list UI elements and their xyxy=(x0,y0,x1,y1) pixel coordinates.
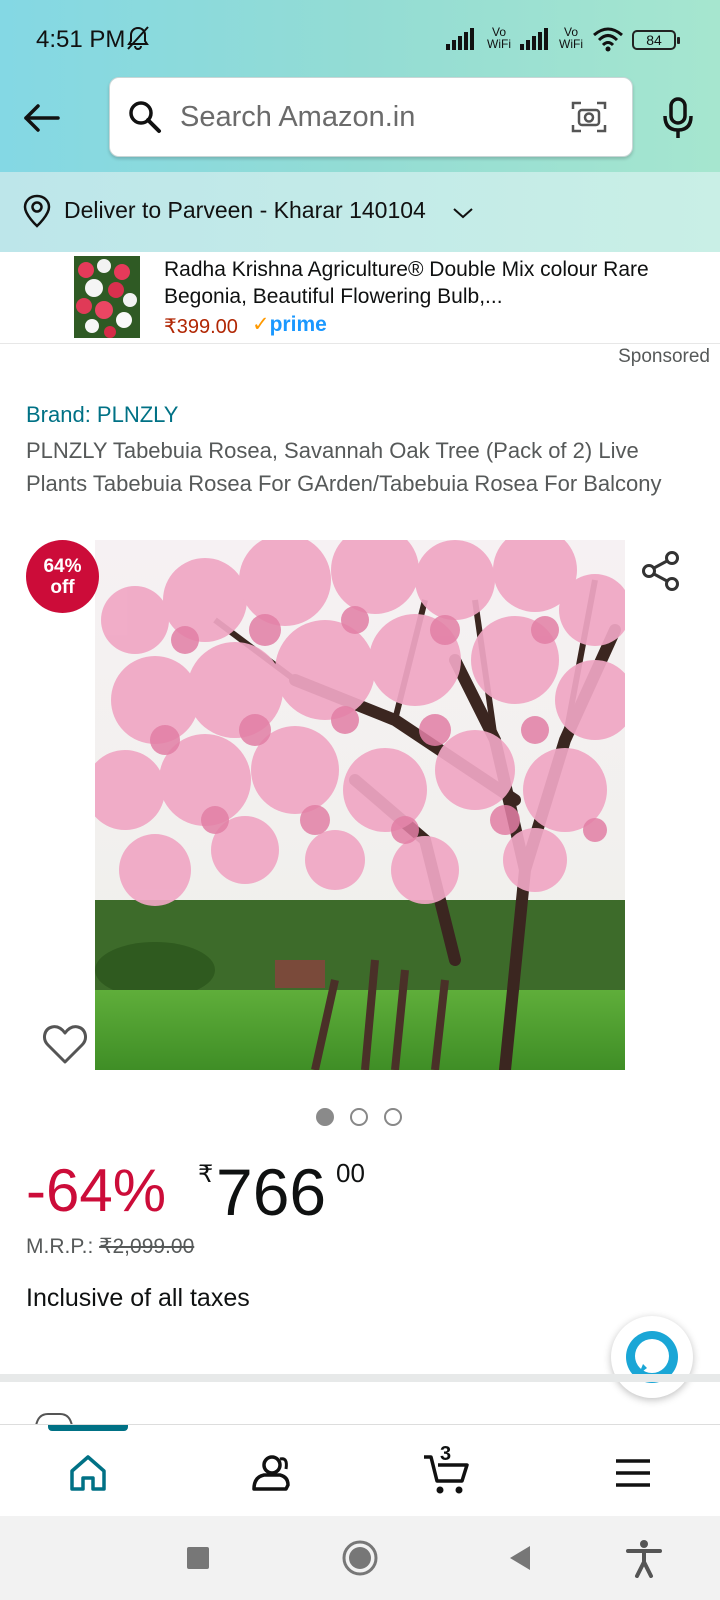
tax-note: Inclusive of all taxes xyxy=(26,1284,250,1312)
status-time: 4:51 PM xyxy=(36,26,126,53)
prime-check-icon: ✓ xyxy=(252,313,270,336)
sponsored-product-ad[interactable]: Radha Krishna Agriculture® Double Mix co… xyxy=(0,252,720,344)
wifi-icon xyxy=(593,27,623,52)
carousel-dot-2[interactable] xyxy=(350,1108,368,1126)
sponsored-label[interactable]: Sponsored xyxy=(618,346,710,368)
savings-percentage: -64% xyxy=(26,1157,167,1224)
recent-apps-icon[interactable] xyxy=(178,1538,218,1578)
discount-badge: 64% off xyxy=(26,540,99,613)
prime-badge: ✓prime xyxy=(252,312,327,337)
ad-product-price: ₹399.00 xyxy=(164,316,238,338)
system-navigation-bar xyxy=(0,1516,720,1600)
hamburger-menu-icon[interactable] xyxy=(610,1449,658,1497)
mic-icon[interactable] xyxy=(660,96,696,142)
prime-label: prime xyxy=(269,313,327,336)
location-pin-icon xyxy=(23,194,51,228)
chevron-down-icon xyxy=(453,208,473,219)
share-icon[interactable] xyxy=(640,550,682,592)
search-input[interactable] xyxy=(180,96,550,138)
price-fraction: 00 xyxy=(336,1158,365,1188)
brand-link[interactable]: Brand: PLNZLY xyxy=(26,402,178,428)
active-tab-indicator xyxy=(48,1425,128,1431)
system-back-icon[interactable] xyxy=(500,1538,540,1578)
price-whole: 766 xyxy=(216,1155,327,1229)
discount-badge-off: off xyxy=(50,577,75,598)
signal-icon xyxy=(446,28,474,50)
heart-icon[interactable] xyxy=(42,1022,88,1066)
mrp: M.R.P.: ₹2,099.00 xyxy=(26,1234,194,1259)
accessibility-icon[interactable] xyxy=(624,1538,664,1578)
cart-button[interactable]: 3 xyxy=(422,1443,470,1497)
vowifi-label: Vo WiFi xyxy=(487,25,511,51)
bottom-navigation: 3 xyxy=(0,1424,720,1516)
back-arrow-icon[interactable] xyxy=(20,96,64,140)
profile-icon[interactable] xyxy=(246,1449,294,1497)
status-bar: 4:51 PM Vo WiFi Vo WiFi 84 xyxy=(0,0,720,80)
price-currency-symbol: ₹ xyxy=(198,1161,214,1188)
delivery-address: Deliver to Parveen - Kharar 140104 xyxy=(64,197,426,223)
search-icon xyxy=(129,101,161,133)
notification-muted-icon xyxy=(127,26,149,50)
delivery-location-bar[interactable]: Deliver to Parveen - Kharar 140104 xyxy=(0,172,720,252)
carousel-dot-3[interactable] xyxy=(384,1108,402,1126)
ad-product-title: Radha Krishna Agriculture® Double Mix co… xyxy=(164,258,649,308)
image-carousel-dots[interactable] xyxy=(316,1108,416,1128)
section-divider xyxy=(0,1374,720,1382)
system-home-icon[interactable] xyxy=(340,1538,380,1578)
alexa-button[interactable] xyxy=(611,1316,693,1398)
mrp-label: M.R.P.: xyxy=(26,1235,94,1258)
cart-count-badge: 3 xyxy=(440,1443,452,1465)
signal-icon xyxy=(520,28,548,50)
carousel-dot-1[interactable] xyxy=(316,1108,334,1126)
mrp-value: ₹2,099.00 xyxy=(99,1235,195,1258)
discount-badge-percent: 64% xyxy=(43,556,82,577)
battery-indicator: 84 xyxy=(632,30,680,50)
product-title: PLNZLY Tabebuia Rosea, Savannah Oak Tree… xyxy=(26,438,662,496)
camera-icon[interactable] xyxy=(570,98,608,136)
ad-product-thumbnail xyxy=(74,256,140,338)
product-image[interactable] xyxy=(95,540,625,1070)
home-icon[interactable] xyxy=(64,1449,112,1497)
search-bar[interactable] xyxy=(109,77,633,157)
vowifi-label: Vo WiFi xyxy=(559,25,583,51)
